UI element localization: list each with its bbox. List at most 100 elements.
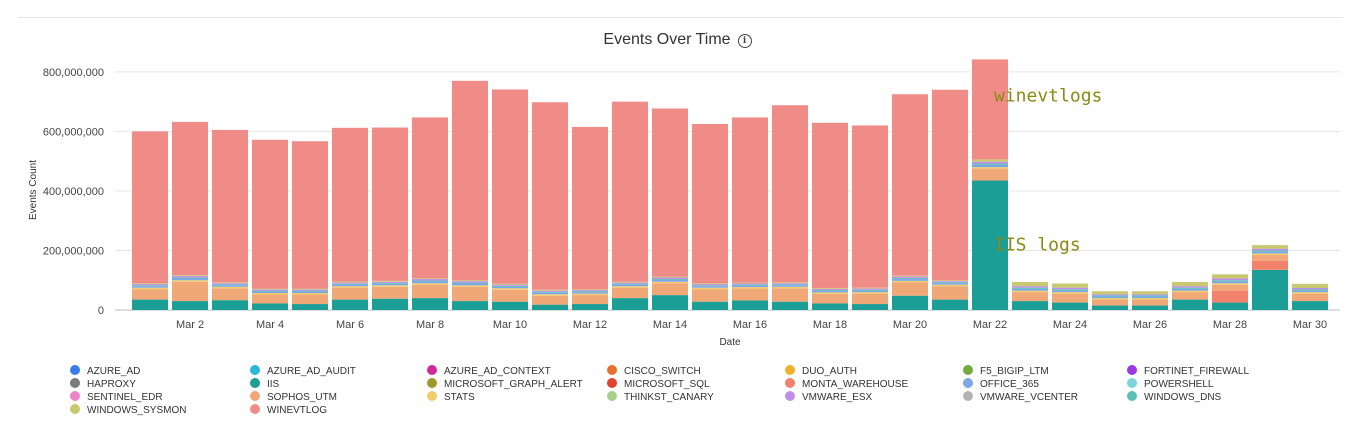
bar-segment[interactable]: [772, 284, 808, 286]
bar-segment[interactable]: [492, 301, 528, 310]
bar-stack[interactable]: [452, 80, 488, 310]
bar-segment[interactable]: [572, 293, 608, 296]
bar-segment[interactable]: [652, 281, 688, 284]
legend-item[interactable]: WINDOWS_SYSMON: [70, 404, 186, 417]
bar-segment[interactable]: [292, 293, 328, 295]
bar-segment[interactable]: [1132, 294, 1168, 296]
bar-segment[interactable]: [532, 295, 568, 305]
bar-segment[interactable]: [292, 141, 328, 289]
bar-segment[interactable]: [692, 301, 728, 310]
bar-segment[interactable]: [932, 282, 968, 284]
bar-segment[interactable]: [652, 279, 688, 280]
bar-segment[interactable]: [1092, 295, 1128, 297]
bar-segment[interactable]: [492, 89, 528, 284]
bar-segment[interactable]: [732, 288, 768, 301]
bar-segment[interactable]: [772, 285, 808, 287]
bar-segment[interactable]: [812, 122, 848, 288]
bar-segment[interactable]: [1052, 287, 1088, 290]
bar-segment[interactable]: [1132, 298, 1168, 300]
bar-segment[interactable]: [1212, 280, 1248, 282]
bar-segment[interactable]: [372, 282, 408, 284]
bar-segment[interactable]: [652, 277, 688, 280]
legend-item[interactable]: F5_BIGIP_LTM: [963, 365, 1049, 378]
bar-segment[interactable]: [772, 301, 808, 310]
bar-segment[interactable]: [692, 287, 728, 290]
bar-segment[interactable]: [1052, 283, 1088, 288]
bar-segment[interactable]: [692, 285, 728, 287]
legend-item[interactable]: AZURE_AD: [70, 365, 140, 378]
bar-segment[interactable]: [772, 105, 808, 283]
bar-segment[interactable]: [412, 283, 448, 285]
bar-segment[interactable]: [932, 281, 968, 283]
bar-segment[interactable]: [252, 139, 288, 289]
bar-segment[interactable]: [172, 278, 208, 281]
bar-segment[interactable]: [372, 281, 408, 283]
legend-item[interactable]: FORTINET_FIREWALL: [1127, 365, 1249, 378]
bar-segment[interactable]: [1252, 269, 1288, 310]
bar-segment[interactable]: [852, 125, 888, 288]
bar-segment[interactable]: [1092, 294, 1128, 296]
bar-segment[interactable]: [732, 282, 768, 284]
bar-segment[interactable]: [212, 284, 248, 286]
bar-segment[interactable]: [252, 303, 288, 310]
bar-segment[interactable]: [932, 286, 968, 300]
bar-segment[interactable]: [1012, 286, 1048, 288]
bar-segment[interactable]: [892, 278, 928, 280]
legend-item[interactable]: SENTINEL_EDR: [70, 391, 163, 404]
bar-segment[interactable]: [532, 294, 568, 296]
bar-segment[interactable]: [1052, 290, 1088, 293]
bar-segment[interactable]: [732, 117, 768, 283]
bar-segment[interactable]: [132, 299, 168, 310]
bar-segment[interactable]: [852, 288, 888, 290]
bar-segment[interactable]: [1252, 254, 1288, 261]
bar-segment[interactable]: [572, 295, 608, 305]
bar-segment[interactable]: [612, 281, 648, 283]
bar-segment[interactable]: [1292, 301, 1328, 310]
bar-segment[interactable]: [452, 281, 488, 283]
bar-segment[interactable]: [652, 295, 688, 310]
bar-segment[interactable]: [972, 167, 1008, 169]
bar-segment[interactable]: [1252, 248, 1288, 251]
bar-segment[interactable]: [932, 299, 968, 310]
bar-segment[interactable]: [452, 301, 488, 310]
bar-segment[interactable]: [1292, 292, 1328, 294]
bar-segment[interactable]: [1172, 288, 1208, 291]
bar-segment[interactable]: [892, 282, 928, 296]
bar-segment[interactable]: [1252, 253, 1288, 255]
bar-segment[interactable]: [412, 278, 448, 280]
bar-segment[interactable]: [1012, 288, 1048, 291]
bar-segment[interactable]: [372, 280, 408, 282]
bar-segment[interactable]: [892, 276, 928, 279]
bar-segment[interactable]: [372, 285, 408, 287]
bar-stack[interactable]: [612, 101, 648, 310]
bar-segment[interactable]: [1292, 289, 1328, 291]
bar-segment[interactable]: [292, 289, 328, 291]
bar-stack[interactable]: [132, 131, 168, 310]
bar-segment[interactable]: [1012, 292, 1048, 302]
bar-segment[interactable]: [212, 285, 248, 287]
bar-stack[interactable]: [532, 102, 568, 310]
bar-segment[interactable]: [892, 94, 928, 276]
legend-item[interactable]: CISCO_SWITCH: [607, 365, 701, 378]
bar-segment[interactable]: [332, 284, 368, 287]
bar-segment[interactable]: [1052, 292, 1088, 294]
bar-segment[interactable]: [1092, 298, 1128, 300]
bar-segment[interactable]: [412, 280, 448, 282]
bar-stack[interactable]: [412, 117, 448, 310]
bar-stack[interactable]: [372, 127, 408, 310]
bar-segment[interactable]: [532, 304, 568, 310]
bar-segment[interactable]: [1092, 291, 1128, 295]
bar-segment[interactable]: [212, 288, 248, 301]
bar-segment[interactable]: [812, 292, 848, 294]
bar-segment[interactable]: [972, 168, 1008, 181]
bar-segment[interactable]: [612, 283, 648, 285]
bar-segment[interactable]: [1252, 251, 1288, 254]
bar-segment[interactable]: [332, 287, 368, 300]
bar-stack[interactable]: [212, 129, 248, 310]
bar-stack[interactable]: [852, 125, 888, 310]
bar-segment[interactable]: [172, 275, 208, 277]
bar-segment[interactable]: [212, 300, 248, 310]
bar-segment[interactable]: [132, 286, 168, 288]
bar-segment[interactable]: [652, 276, 688, 278]
bar-stack[interactable]: [692, 123, 728, 310]
